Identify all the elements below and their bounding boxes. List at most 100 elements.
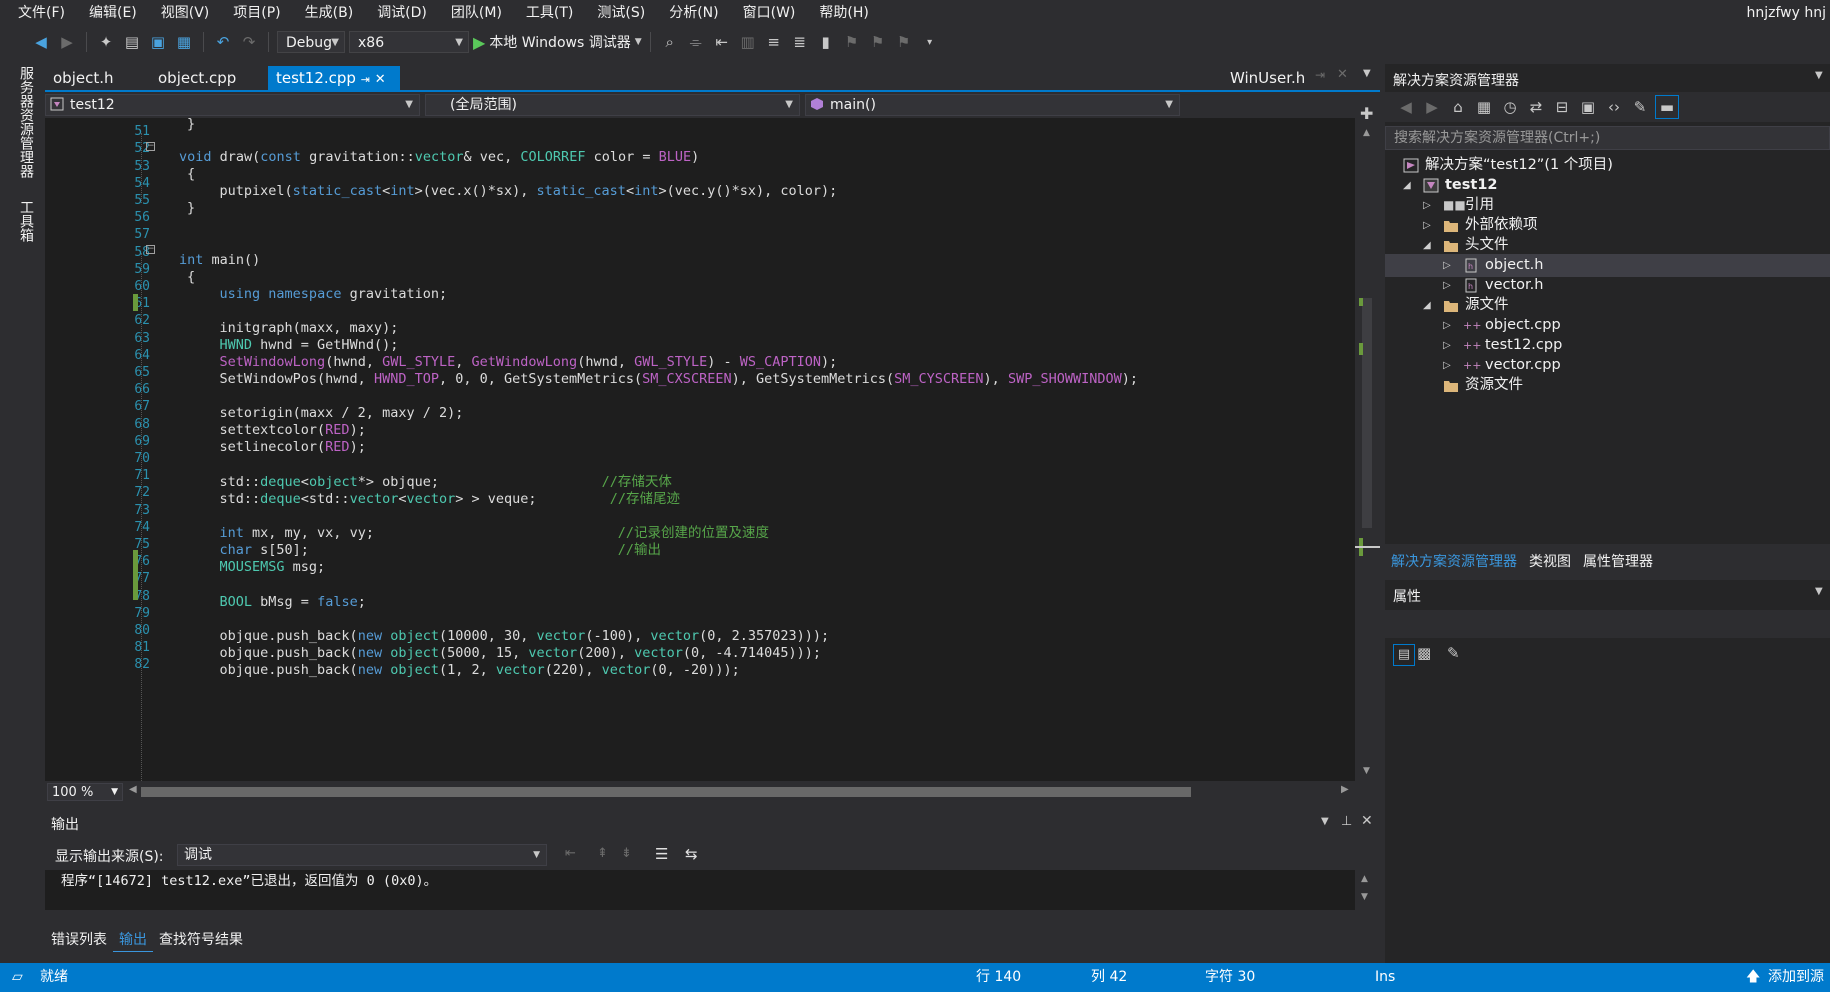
next-message-icon[interactable]: ⇟	[621, 846, 632, 861]
chevron-down-icon[interactable]: ▼	[635, 37, 642, 47]
horizontal-scroll-thumb[interactable]	[141, 787, 1191, 797]
server-explorer-tab[interactable]: 服务器资源管理器	[16, 66, 36, 178]
panel-menu-icon[interactable]: ▼	[1321, 816, 1329, 827]
scroll-down-icon[interactable]: ▼	[1361, 892, 1368, 902]
menu-team[interactable]: 团队(M)	[439, 0, 514, 26]
pin-icon[interactable]: ⇥	[361, 73, 370, 86]
menu-test[interactable]: 测试(S)	[585, 0, 657, 26]
home-icon[interactable]: ⌂	[1447, 96, 1469, 118]
scroll-thumb[interactable]	[1362, 298, 1372, 528]
comment-icon[interactable]: ≣	[789, 31, 811, 53]
toolbar-overflow-icon[interactable]: ▾	[919, 31, 941, 53]
scroll-left-icon[interactable]: ◀	[129, 784, 137, 795]
split-icon[interactable]: ✚	[1360, 104, 1373, 123]
collapse-all-icon[interactable]: ⊟	[1551, 96, 1573, 118]
scroll-down-icon[interactable]: ▼	[1363, 766, 1370, 776]
collapse-icon[interactable]: −	[146, 142, 155, 151]
tab-test12-cpp[interactable]: test12.cpp ⇥ ✕	[268, 66, 400, 90]
refresh-icon[interactable]: ⇄	[1525, 96, 1547, 118]
output-source-dropdown[interactable]: 调试 ▼	[177, 844, 547, 866]
new-project-icon[interactable]: ✦	[95, 31, 117, 53]
tree-resource-files[interactable]: 资源文件	[1385, 374, 1830, 397]
back-icon[interactable]: ◀	[30, 31, 52, 53]
view-code-icon[interactable]: ‹›	[1603, 96, 1625, 118]
save-all-icon[interactable]: ▦	[173, 31, 195, 53]
show-all-files-icon[interactable]: ▣	[1577, 96, 1599, 118]
bookmark-icon[interactable]: ▮	[815, 31, 837, 53]
play-icon[interactable]: ▶	[473, 33, 485, 52]
redo-icon[interactable]: ↷	[238, 31, 260, 53]
forward-icon[interactable]: ▶	[1421, 96, 1443, 118]
property-pages-icon[interactable]: ▩	[1417, 644, 1431, 662]
scroll-right-icon[interactable]: ▶	[1341, 784, 1349, 795]
prev-message-icon[interactable]: ⇞	[597, 846, 608, 861]
step-icon[interactable]: ⇤	[711, 31, 733, 53]
tab-solution-explorer[interactable]: 解决方案资源管理器	[1385, 548, 1523, 576]
menu-analyze[interactable]: 分析(N)	[657, 0, 730, 26]
clear-bookmarks-icon[interactable]: ⚑	[893, 31, 915, 53]
close-icon[interactable]: ✕	[1337, 67, 1348, 82]
menu-edit[interactable]: 编辑(E)	[77, 0, 149, 26]
menu-view[interactable]: 视图(V)	[149, 0, 222, 26]
clear-all-icon[interactable]: ☰	[655, 845, 668, 863]
menu-help[interactable]: 帮助(H)	[807, 0, 880, 26]
zoom-dropdown[interactable]: 100 % ▼	[47, 783, 123, 801]
toolbox-tab[interactable]: 工具箱	[16, 200, 36, 242]
tab-find-symbol-results[interactable]: 查找符号结果	[153, 928, 249, 952]
tab-property-manager[interactable]: 属性管理器	[1577, 548, 1659, 576]
menu-project[interactable]: 项目(P)	[221, 0, 292, 26]
project-dropdown[interactable]: test12 ▼	[45, 94, 420, 116]
start-debugger-button[interactable]: 本地 Windows 调试器	[489, 32, 630, 52]
sync-view-icon[interactable]: ▦	[1473, 96, 1495, 118]
add-to-source-control-button[interactable]: 添加到源	[1768, 963, 1824, 992]
panel-menu-icon[interactable]: ▼	[1815, 586, 1823, 597]
tab-object-h[interactable]: object.h	[45, 66, 122, 90]
scope-dropdown[interactable]: (全局范围) ▼	[425, 94, 800, 116]
word-wrap-icon[interactable]: ⇆	[685, 845, 698, 863]
categorized-icon[interactable]: ▤	[1393, 644, 1415, 666]
editor-vertical-scrollbar[interactable]: ✚ ▲ ▼	[1355, 104, 1380, 781]
properties-icon[interactable]: ✎	[1629, 96, 1651, 118]
menu-tools[interactable]: 工具(T)	[514, 0, 585, 26]
wrench-icon[interactable]: ✎	[1447, 644, 1460, 662]
tab-error-list[interactable]: 错误列表	[45, 928, 113, 952]
close-icon[interactable]: ✕	[1361, 813, 1373, 829]
menu-debug[interactable]: 调试(D)	[365, 0, 439, 26]
panel-menu-icon[interactable]: ▼	[1815, 70, 1823, 81]
member-dropdown[interactable]: main() ▼	[805, 94, 1180, 116]
properties-object-selector[interactable]	[1385, 610, 1830, 638]
prev-bookmark-icon[interactable]: ⚑	[841, 31, 863, 53]
tab-overflow-icon[interactable]: ▼	[1363, 68, 1371, 79]
pending-changes-icon[interactable]: ◷	[1499, 96, 1521, 118]
find-in-files-icon[interactable]: ⌕	[659, 31, 681, 53]
scroll-up-icon[interactable]: ▲	[1361, 874, 1368, 884]
attach-icon[interactable]: ⌯	[685, 31, 707, 53]
find-message-icon[interactable]: ⇤	[565, 846, 576, 861]
close-icon[interactable]: ✕	[375, 72, 386, 87]
next-bookmark-icon[interactable]: ⚑	[867, 31, 889, 53]
indent-icon[interactable]: ≡	[763, 31, 785, 53]
user-account[interactable]: hnjzfwy hnj	[1747, 0, 1827, 26]
open-folder-icon[interactable]: ▤	[121, 31, 143, 53]
tab-class-view[interactable]: 类视图	[1523, 548, 1577, 576]
save-icon[interactable]: ▣	[147, 31, 169, 53]
collapse-icon[interactable]: −	[146, 245, 155, 254]
pin-icon[interactable]: ⊥	[1341, 814, 1352, 829]
tab-object-cpp[interactable]: object.cpp	[150, 66, 244, 90]
forward-icon[interactable]: ▶	[56, 31, 78, 53]
configuration-dropdown[interactable]: Debug ▼	[277, 31, 345, 53]
platform-dropdown[interactable]: x86 ▼	[349, 31, 469, 53]
menu-window[interactable]: 窗口(W)	[731, 0, 808, 26]
menu-build[interactable]: 生成(B)	[293, 0, 366, 26]
layout-icon[interactable]: ▥	[737, 31, 759, 53]
solution-search-input[interactable]: 搜索解决方案资源管理器(Ctrl+;)	[1385, 126, 1830, 150]
menu-file[interactable]: 文件(F)	[0, 0, 77, 26]
tab-winuser-h[interactable]: WinUser.h	[1222, 66, 1313, 90]
pin-icon[interactable]: ⇥	[1315, 68, 1325, 82]
code-editor[interactable]: 5051525354555657585960616263646566676869…	[45, 118, 1355, 781]
preview-icon[interactable]: ▬	[1655, 95, 1679, 119]
undo-icon[interactable]: ↶	[212, 31, 234, 53]
scroll-up-icon[interactable]: ▲	[1363, 128, 1370, 138]
back-icon[interactable]: ◀	[1395, 96, 1417, 118]
tab-output[interactable]: 输出	[113, 928, 153, 952]
